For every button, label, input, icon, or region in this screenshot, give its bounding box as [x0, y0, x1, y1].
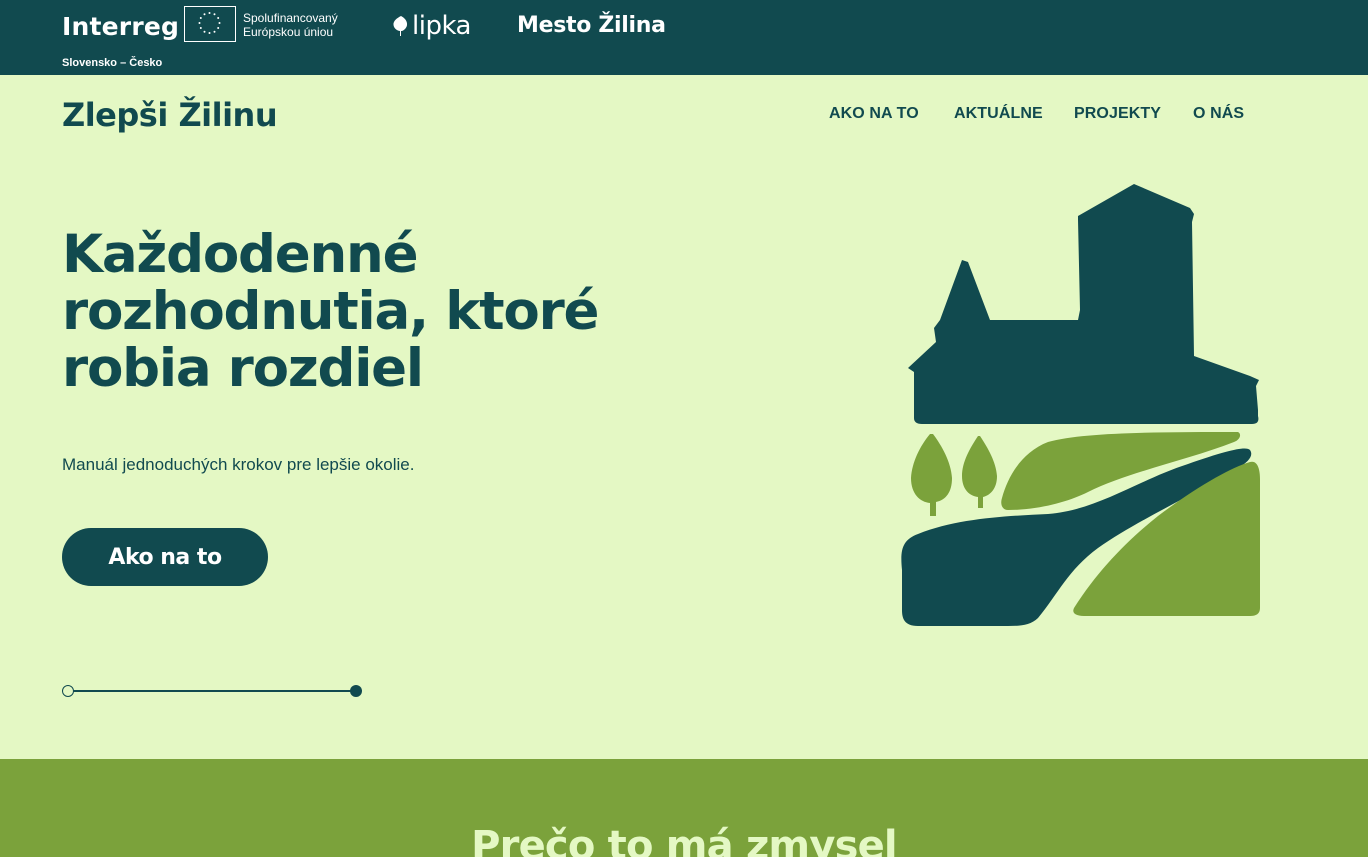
castle-shape	[908, 184, 1259, 424]
eu-text-line2: Európskou úniou	[243, 25, 334, 39]
nav-projekty[interactable]: PROJEKTY	[1074, 105, 1161, 123]
sponsor-bar: Interreg Spolufinancovaný Európskou únio…	[0, 0, 1368, 75]
section-title: Prečo to má zmysel	[471, 823, 898, 857]
why-section: Prečo to má zmysel	[0, 759, 1368, 857]
hero-title-line1: Každodenné	[62, 224, 419, 285]
lipka-text: lipka	[412, 11, 471, 41]
leaf-icon	[393, 16, 408, 36]
nav-o-nas[interactable]: O NÁS	[1193, 105, 1244, 123]
slider-track[interactable]	[68, 690, 356, 692]
region-label: Slovensko – Česko	[62, 57, 163, 69]
interreg-logo[interactable]: Interreg	[62, 12, 179, 41]
nav-aktualne[interactable]: AKTUÁLNE	[954, 105, 1043, 123]
tree-icon	[911, 434, 952, 516]
nav-ako-na-to[interactable]: AKO NA TO	[829, 105, 919, 123]
slider-dot-1[interactable]	[62, 685, 74, 697]
eu-flag-icon	[184, 6, 236, 42]
mesto-zilina-logo[interactable]: Mesto Žilina	[517, 13, 666, 38]
lipka-logo[interactable]: lipka	[392, 10, 471, 42]
eu-cofinanced-text: Spolufinancovaný Európskou úniou	[243, 11, 338, 39]
hero-title-line3: robia rozdiel	[62, 338, 424, 399]
tree-icon	[962, 436, 997, 508]
ako-na-to-button[interactable]: Ako na to	[62, 528, 268, 586]
hero-subtitle: Manuál jednoduchých krokov pre lepšie ok…	[62, 455, 415, 474]
hero-title: Každodenné rozhodnutia, ktoré robia rozd…	[62, 226, 622, 397]
site-logo[interactable]: Zlepši Žilinu	[62, 96, 278, 134]
castle-landscape-illustration	[901, 184, 1260, 626]
hero-title-line2: rozhodnutia, ktoré	[62, 281, 599, 342]
slider-dot-2[interactable]	[350, 685, 362, 697]
eu-text-line1: Spolufinancovaný	[243, 11, 338, 25]
